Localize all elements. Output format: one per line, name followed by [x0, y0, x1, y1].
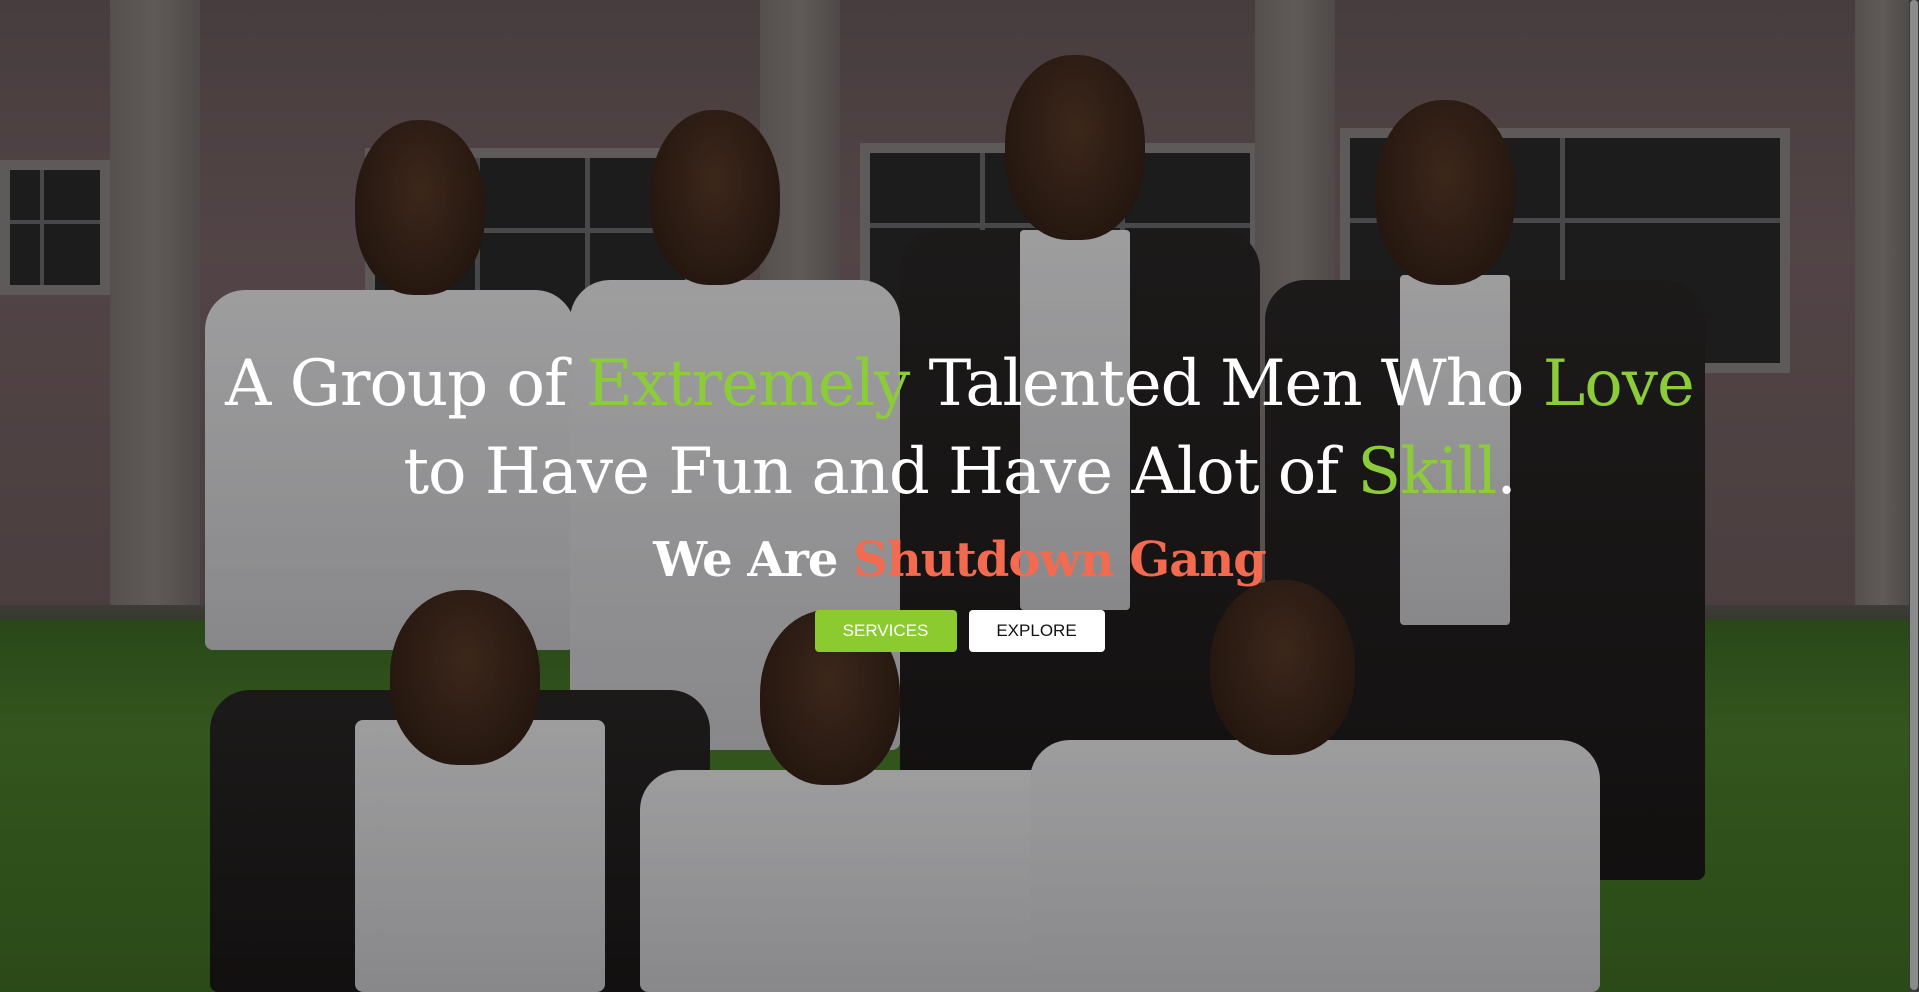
headline-text: A Group of	[225, 347, 587, 421]
hero-section: A Group of Extremely Talented Men Who Lo…	[0, 0, 1919, 992]
scrollbar-thumb[interactable]	[1910, 0, 1918, 990]
headline-text: .	[1496, 435, 1516, 509]
headline-highlight: Extremely	[586, 347, 910, 421]
headline-text: to Have Fun and Have Alot of	[403, 435, 1358, 509]
services-button[interactable]: SERVICES	[814, 610, 957, 652]
headline-highlight: Love	[1542, 347, 1695, 421]
hero-content: A Group of Extremely Talented Men Who Lo…	[0, 340, 1919, 652]
hero-subheading: We Are Shutdown Gang	[0, 530, 1919, 590]
headline-text: Talented Men Who	[909, 347, 1543, 421]
page-scrollbar[interactable]	[1909, 0, 1919, 992]
hero-actions: SERVICES EXPLORE	[0, 610, 1919, 652]
headline-highlight: Skill	[1357, 435, 1497, 509]
explore-button[interactable]: EXPLORE	[968, 610, 1105, 652]
subheading-prefix: We Are	[653, 532, 854, 588]
group-name: Shutdown Gang	[853, 532, 1267, 588]
hero-headline: A Group of Extremely Talented Men Who Lo…	[210, 340, 1710, 516]
